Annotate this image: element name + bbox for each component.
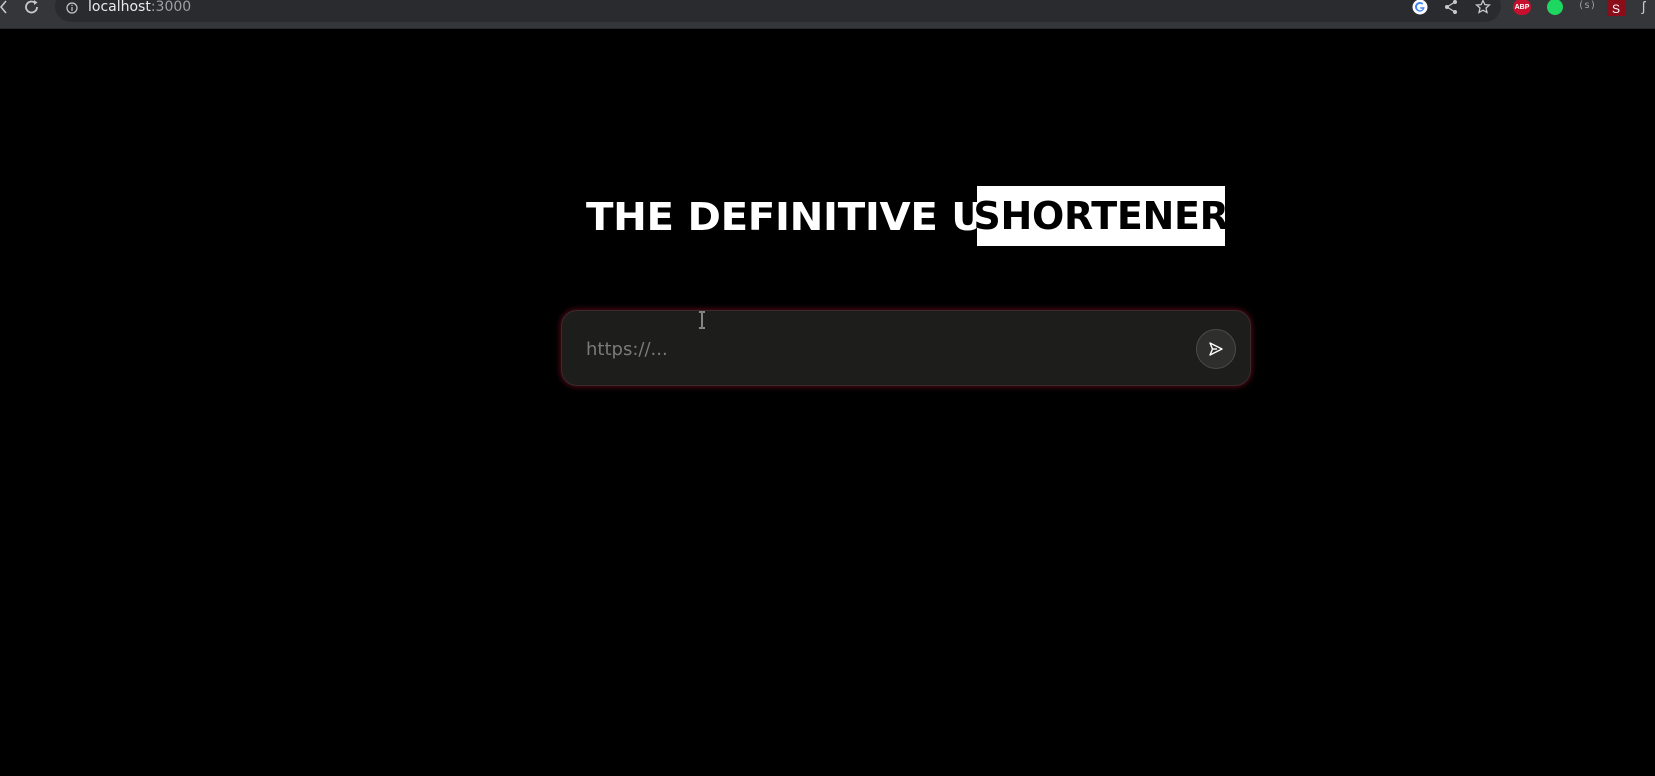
back-icon[interactable] [0, 0, 8, 15]
address-bar[interactable] [55, 0, 1501, 22]
adblock-extension-icon[interactable]: ABP [1513, 0, 1531, 15]
submit-button[interactable] [1196, 329, 1236, 369]
url-port: :3000 [150, 0, 192, 15]
text-cursor-icon [697, 311, 707, 329]
extension-icon[interactable]: (s) [1578, 0, 1596, 11]
page-title: THE DEFINITIVE URL SHORTENER [586, 186, 1229, 248]
green-extension-icon[interactable] [1547, 0, 1563, 15]
send-icon [1208, 341, 1224, 357]
google-icon[interactable] [1411, 0, 1429, 16]
shorten-form [561, 310, 1251, 386]
url-input[interactable] [584, 329, 1168, 369]
url-host: localhost [88, 0, 151, 15]
address-url[interactable]: localhost:3000 [88, 0, 191, 15]
browser-toolbar: localhost:3000 ABP (s) S ʃ [0, 0, 1655, 29]
site-info-icon[interactable] [66, 1, 78, 14]
puzzle-extensions-icon[interactable]: ʃ [1642, 0, 1645, 14]
bookmark-star-icon[interactable] [1474, 0, 1492, 16]
title-main-text: THE DEFINITIVE URL [586, 195, 1040, 239]
title-accent-highlight: SHORTENER [973, 186, 1229, 246]
s-extension-icon[interactable]: S [1607, 0, 1625, 16]
share-icon[interactable] [1442, 0, 1460, 16]
reload-icon[interactable] [24, 0, 40, 15]
